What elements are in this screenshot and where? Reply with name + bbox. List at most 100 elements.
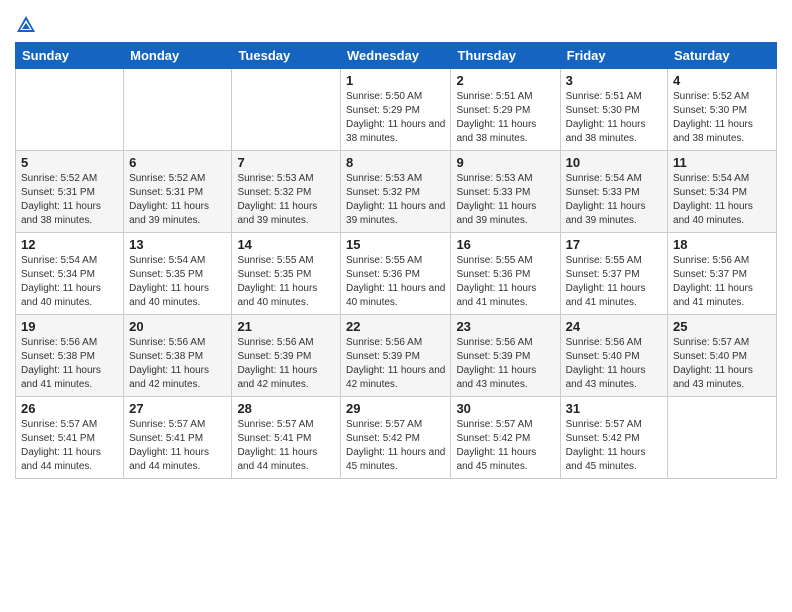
day-info: Sunrise: 5:57 AMSunset: 5:42 PMDaylight:…	[456, 418, 554, 474]
calendar-cell: 26 Sunrise: 5:57 AMSunset: 5:41 PMDayligh…	[16, 397, 124, 479]
calendar-cell: 24 Sunrise: 5:56 AMSunset: 5:40 PMDayligh…	[560, 315, 667, 397]
day-info: Sunrise: 5:53 AMSunset: 5:33 PMDaylight:…	[456, 172, 554, 228]
day-number: 3	[566, 73, 662, 88]
calendar-cell	[16, 69, 124, 151]
day-number: 23	[456, 319, 554, 334]
day-info: Sunrise: 5:55 AMSunset: 5:36 PMDaylight:…	[346, 254, 445, 310]
calendar-table: SundayMondayTuesdayWednesdayThursdayFrid…	[15, 42, 777, 479]
day-number: 2	[456, 73, 554, 88]
day-number: 19	[21, 319, 118, 334]
calendar-cell: 29 Sunrise: 5:57 AMSunset: 5:42 PMDayligh…	[341, 397, 451, 479]
day-number: 18	[673, 237, 771, 252]
day-info: Sunrise: 5:54 AMSunset: 5:34 PMDaylight:…	[673, 172, 771, 228]
calendar-cell: 22 Sunrise: 5:56 AMSunset: 5:39 PMDayligh…	[341, 315, 451, 397]
day-info: Sunrise: 5:54 AMSunset: 5:35 PMDaylight:…	[129, 254, 226, 310]
calendar-cell: 11Sunrise: 5:54 AMSunset: 5:34 PMDayligh…	[668, 151, 777, 233]
calendar-cell: 12 Sunrise: 5:54 AMSunset: 5:34 PMDayligh…	[16, 233, 124, 315]
day-info: Sunrise: 5:57 AMSunset: 5:41 PMDaylight:…	[129, 418, 226, 474]
weekday-header-tuesday: Tuesday	[232, 43, 341, 69]
day-number: 21	[237, 319, 335, 334]
calendar-cell: 28 Sunrise: 5:57 AMSunset: 5:41 PMDayligh…	[232, 397, 341, 479]
day-info: Sunrise: 5:57 AMSunset: 5:41 PMDaylight:…	[21, 418, 118, 474]
calendar-cell: 1 Sunrise: 5:50 AMSunset: 5:29 PMDaylight…	[341, 69, 451, 151]
day-info: Sunrise: 5:57 AMSunset: 5:40 PMDaylight:…	[673, 336, 771, 392]
day-info: Sunrise: 5:52 AMSunset: 5:30 PMDaylight:…	[673, 90, 771, 146]
day-info: Sunrise: 5:56 AMSunset: 5:39 PMDaylight:…	[456, 336, 554, 392]
day-info: Sunrise: 5:54 AMSunset: 5:34 PMDaylight:…	[21, 254, 118, 310]
day-info: Sunrise: 5:50 AMSunset: 5:29 PMDaylight:…	[346, 90, 445, 146]
weekday-header-friday: Friday	[560, 43, 667, 69]
day-info: Sunrise: 5:56 AMSunset: 5:39 PMDaylight:…	[237, 336, 335, 392]
day-info: Sunrise: 5:55 AMSunset: 5:36 PMDaylight:…	[456, 254, 554, 310]
day-number: 26	[21, 401, 118, 416]
day-number: 1	[346, 73, 445, 88]
day-info: Sunrise: 5:55 AMSunset: 5:35 PMDaylight:…	[237, 254, 335, 310]
calendar-cell: 17Sunrise: 5:55 AMSunset: 5:37 PMDayligh…	[560, 233, 667, 315]
day-info: Sunrise: 5:52 AMSunset: 5:31 PMDaylight:…	[129, 172, 226, 228]
calendar-cell: 10 Sunrise: 5:54 AMSunset: 5:33 PMDayligh…	[560, 151, 667, 233]
day-number: 9	[456, 155, 554, 170]
day-number: 10	[566, 155, 662, 170]
weekday-header-saturday: Saturday	[668, 43, 777, 69]
calendar-cell: 9 Sunrise: 5:53 AMSunset: 5:33 PMDaylight…	[451, 151, 560, 233]
day-number: 8	[346, 155, 445, 170]
week-row-4: 19 Sunrise: 5:56 AMSunset: 5:38 PMDayligh…	[16, 315, 777, 397]
day-info: Sunrise: 5:56 AMSunset: 5:40 PMDaylight:…	[566, 336, 662, 392]
day-info: Sunrise: 5:53 AMSunset: 5:32 PMDaylight:…	[346, 172, 445, 228]
weekday-header-thursday: Thursday	[451, 43, 560, 69]
week-row-5: 26 Sunrise: 5:57 AMSunset: 5:41 PMDayligh…	[16, 397, 777, 479]
calendar-cell: 5 Sunrise: 5:52 AMSunset: 5:31 PMDaylight…	[16, 151, 124, 233]
calendar-cell	[124, 69, 232, 151]
calendar-cell: 23 Sunrise: 5:56 AMSunset: 5:39 PMDayligh…	[451, 315, 560, 397]
calendar-cell: 31 Sunrise: 5:57 AMSunset: 5:42 PMDayligh…	[560, 397, 667, 479]
calendar-cell	[232, 69, 341, 151]
day-number: 15	[346, 237, 445, 252]
day-number: 20	[129, 319, 226, 334]
day-number: 30	[456, 401, 554, 416]
day-number: 12	[21, 237, 118, 252]
day-number: 25	[673, 319, 771, 334]
day-info: Sunrise: 5:51 AMSunset: 5:29 PMDaylight:…	[456, 90, 554, 146]
calendar-cell: 8 Sunrise: 5:53 AMSunset: 5:32 PMDaylight…	[341, 151, 451, 233]
calendar-cell: 21 Sunrise: 5:56 AMSunset: 5:39 PMDayligh…	[232, 315, 341, 397]
week-row-3: 12 Sunrise: 5:54 AMSunset: 5:34 PMDayligh…	[16, 233, 777, 315]
day-number: 28	[237, 401, 335, 416]
calendar-cell: 15 Sunrise: 5:55 AMSunset: 5:36 PMDayligh…	[341, 233, 451, 315]
calendar-cell: 4 Sunrise: 5:52 AMSunset: 5:30 PMDaylight…	[668, 69, 777, 151]
day-number: 6	[129, 155, 226, 170]
calendar-cell: 30 Sunrise: 5:57 AMSunset: 5:42 PMDayligh…	[451, 397, 560, 479]
day-info: Sunrise: 5:52 AMSunset: 5:31 PMDaylight:…	[21, 172, 118, 228]
day-number: 17	[566, 237, 662, 252]
day-number: 29	[346, 401, 445, 416]
day-info: Sunrise: 5:56 AMSunset: 5:38 PMDaylight:…	[129, 336, 226, 392]
day-info: Sunrise: 5:53 AMSunset: 5:32 PMDaylight:…	[237, 172, 335, 228]
weekday-header-row: SundayMondayTuesdayWednesdayThursdayFrid…	[16, 43, 777, 69]
day-number: 14	[237, 237, 335, 252]
calendar-cell: 2 Sunrise: 5:51 AMSunset: 5:29 PMDaylight…	[451, 69, 560, 151]
calendar-cell: 25 Sunrise: 5:57 AMSunset: 5:40 PMDayligh…	[668, 315, 777, 397]
day-number: 4	[673, 73, 771, 88]
day-number: 5	[21, 155, 118, 170]
calendar-cell: 14 Sunrise: 5:55 AMSunset: 5:35 PMDayligh…	[232, 233, 341, 315]
calendar-cell	[668, 397, 777, 479]
day-number: 24	[566, 319, 662, 334]
day-info: Sunrise: 5:57 AMSunset: 5:42 PMDaylight:…	[566, 418, 662, 474]
weekday-header-wednesday: Wednesday	[341, 43, 451, 69]
day-info: Sunrise: 5:54 AMSunset: 5:33 PMDaylight:…	[566, 172, 662, 228]
day-number: 31	[566, 401, 662, 416]
calendar-cell: 19 Sunrise: 5:56 AMSunset: 5:38 PMDayligh…	[16, 315, 124, 397]
day-info: Sunrise: 5:57 AMSunset: 5:41 PMDaylight:…	[237, 418, 335, 474]
day-number: 13	[129, 237, 226, 252]
calendar-cell: 13 Sunrise: 5:54 AMSunset: 5:35 PMDayligh…	[124, 233, 232, 315]
day-info: Sunrise: 5:57 AMSunset: 5:42 PMDaylight:…	[346, 418, 445, 474]
day-number: 27	[129, 401, 226, 416]
day-number: 22	[346, 319, 445, 334]
calendar-cell: 27 Sunrise: 5:57 AMSunset: 5:41 PMDayligh…	[124, 397, 232, 479]
week-row-1: 1 Sunrise: 5:50 AMSunset: 5:29 PMDaylight…	[16, 69, 777, 151]
calendar-cell: 7 Sunrise: 5:53 AMSunset: 5:32 PMDaylight…	[232, 151, 341, 233]
header	[15, 10, 777, 36]
day-info: Sunrise: 5:56 AMSunset: 5:39 PMDaylight:…	[346, 336, 445, 392]
day-info: Sunrise: 5:56 AMSunset: 5:38 PMDaylight:…	[21, 336, 118, 392]
calendar-cell: 18Sunrise: 5:56 AMSunset: 5:37 PMDayligh…	[668, 233, 777, 315]
day-number: 7	[237, 155, 335, 170]
